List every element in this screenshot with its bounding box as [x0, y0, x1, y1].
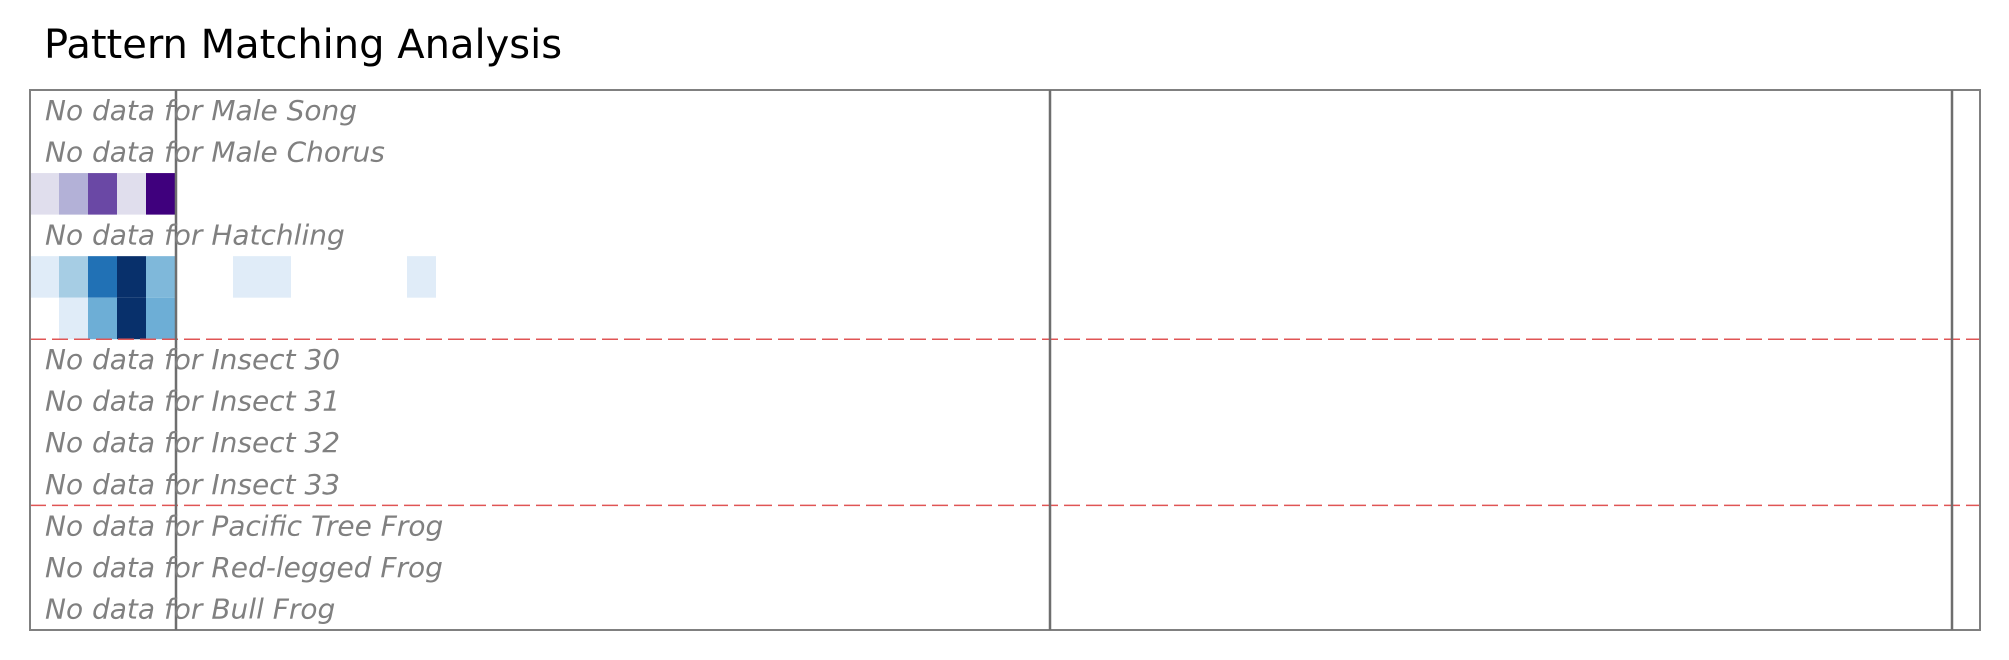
heatmap-cell [117, 173, 146, 215]
heatmap-cell [30, 256, 59, 298]
no-data-label: No data for Red-legged Frog [45, 551, 443, 584]
no-data-label: No data for Insect 33 [45, 468, 340, 501]
no-data-label: No data for Hatchling [45, 219, 345, 252]
heatmap-cell [233, 256, 262, 298]
heatmap-cell [59, 256, 88, 298]
heatmap-cell [146, 173, 175, 215]
heatmap-cell [407, 256, 436, 298]
heatmap-cell [117, 297, 146, 340]
no-data-label: No data for Insect 30 [45, 343, 340, 376]
heatmap-cell [146, 297, 175, 340]
no-data-label: No data for Bull Frog [45, 592, 335, 625]
no-data-label: No data for Male Song [45, 94, 357, 127]
heatmap-cell [59, 297, 88, 340]
no-data-label: No data for Pacific Tree Frog [45, 509, 443, 542]
heatmap-cell [88, 173, 117, 215]
heatmap-cell [262, 256, 291, 298]
heatmap-cells [30, 173, 436, 340]
heatmap-cell [59, 173, 88, 215]
heatmap-cell [30, 173, 59, 215]
no-data-label: No data for Insect 31 [45, 385, 340, 418]
heatmap-cell [88, 256, 117, 298]
heatmap-cell [117, 256, 146, 298]
heatmap-cell [146, 256, 175, 298]
heatmap-chart: No data for Male Song No data for Male Ch… [29, 89, 1981, 631]
no-data-label: No data for Insect 32 [45, 426, 340, 459]
no-data-label: No data for Male Chorus [45, 135, 385, 168]
heatmap-cell [88, 297, 117, 340]
